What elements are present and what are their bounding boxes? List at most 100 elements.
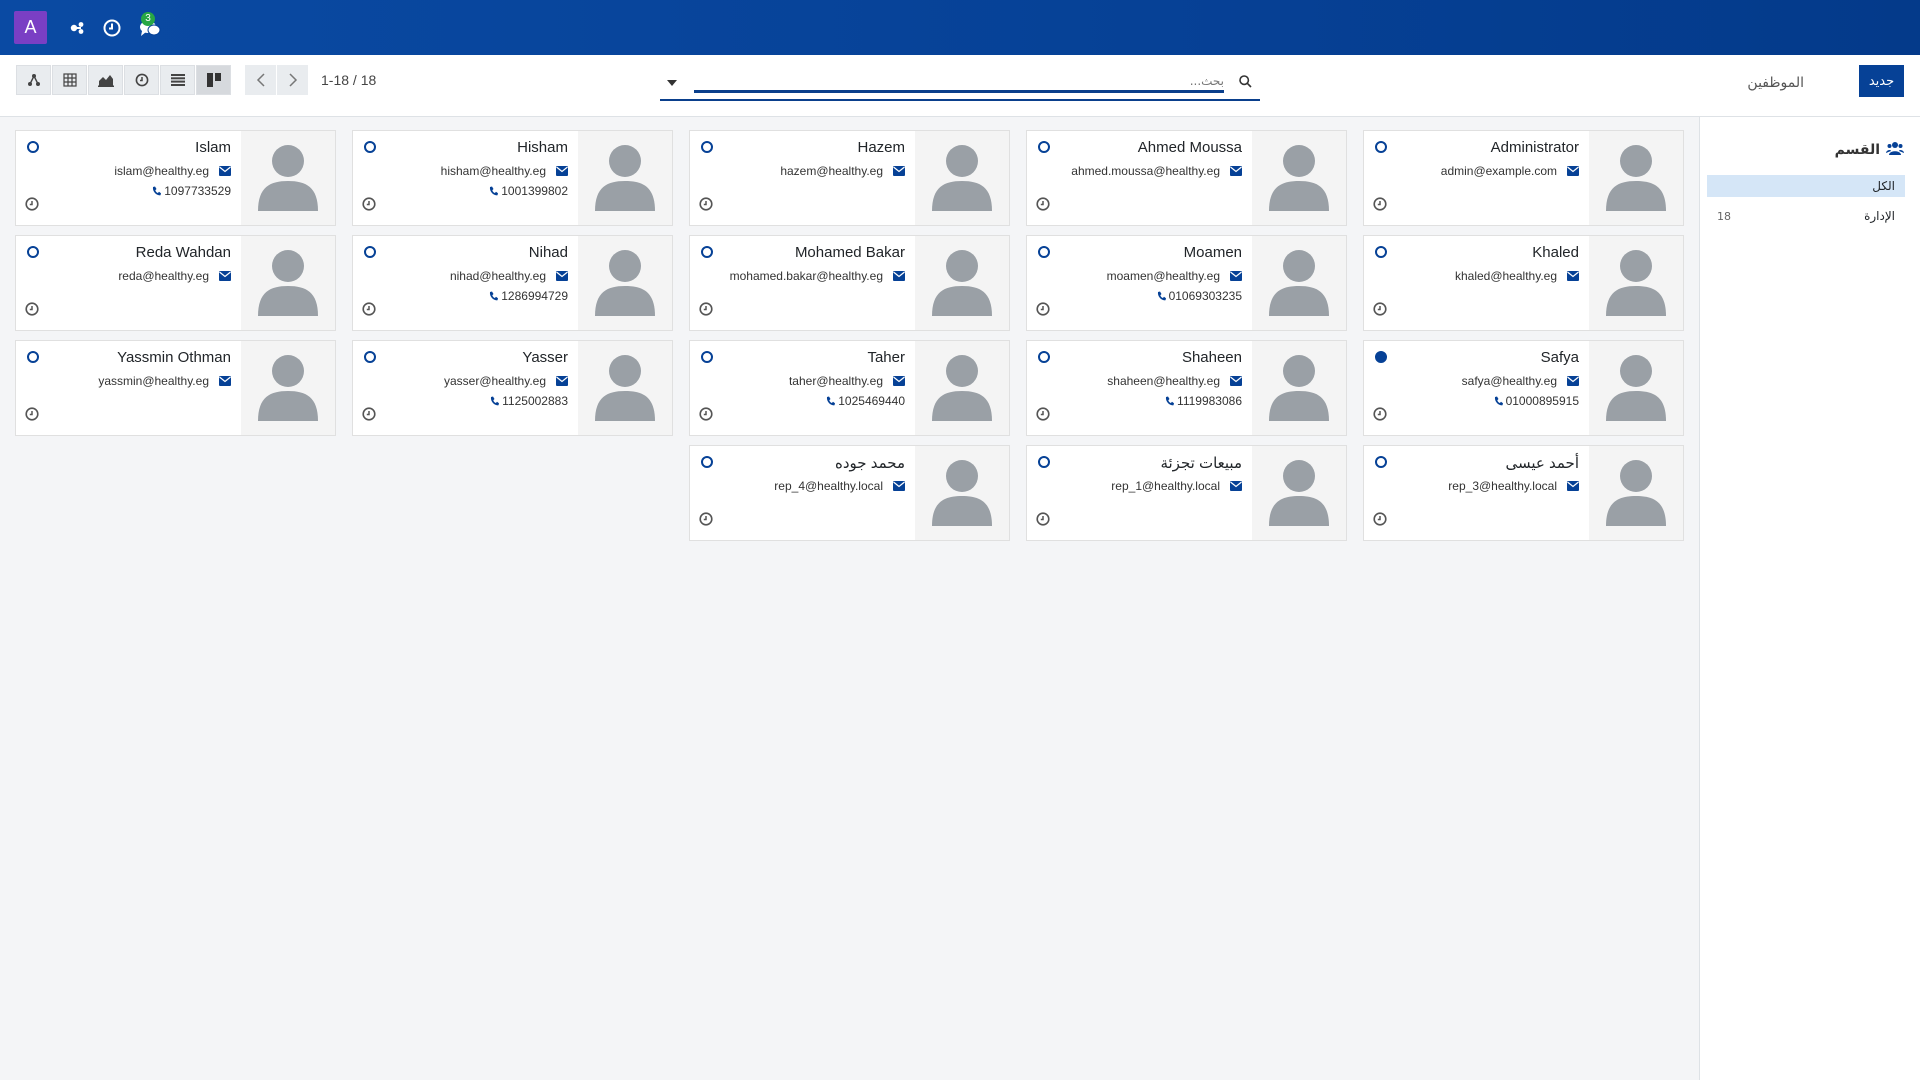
envelope-icon (893, 376, 905, 386)
employee-card[interactable]: Mohamed Bakar mohamed.bakar@healthy.eg (689, 235, 1010, 331)
pager-next-button[interactable] (277, 65, 308, 95)
employee-email: safya@healthy.eg (1462, 374, 1579, 388)
employee-card[interactable]: Hisham hisham@healthy.eg 1001399802 (352, 130, 673, 226)
activity-clock-icon[interactable] (25, 197, 39, 211)
debug-icon[interactable] (69, 21, 85, 35)
search-bar (660, 69, 1260, 101)
presence-status-icon (701, 456, 713, 468)
employee-email-text: taher@healthy.eg (788, 374, 883, 388)
activity-clock-icon[interactable] (25, 302, 39, 316)
department-label: الإدارة (1864, 209, 1895, 223)
activity-clock-icon[interactable] (362, 407, 376, 421)
kanban-view: Administrator admin@example.com Ahmed Mous… (15, 130, 1685, 560)
pager-value[interactable]: 1-18 / 18 (321, 72, 376, 88)
envelope-icon (1230, 166, 1242, 176)
phone-icon (489, 186, 499, 196)
employee-card[interactable]: Safya safya@healthy.eg 01000895915 (1363, 340, 1684, 436)
employee-card[interactable]: Moamen moamen@healthy.eg 01069303235 (1026, 235, 1347, 331)
envelope-icon (556, 166, 568, 176)
employee-card[interactable]: Hazem hazem@healthy.eg (689, 130, 1010, 226)
new-button[interactable]: جديد (1859, 65, 1904, 97)
list-view-button[interactable] (160, 65, 195, 95)
presence-status-icon (27, 246, 39, 258)
employee-card[interactable]: مبيعات تجزئة rep_1@healthy.local (1026, 445, 1347, 541)
presence-status-icon (364, 246, 376, 258)
activity-clock-icon[interactable] (103, 19, 121, 37)
envelope-icon (219, 166, 231, 176)
employee-card[interactable]: Ahmed Moussa ahmed.moussa@healthy.eg (1026, 130, 1347, 226)
graph-view-button[interactable] (88, 65, 123, 95)
employee-phone: 01000895915 (1494, 394, 1579, 408)
presence-status-icon (27, 351, 39, 363)
envelope-icon (1230, 271, 1242, 281)
employee-card[interactable]: Nihad nihad@healthy.eg 1286994729 (352, 235, 673, 331)
messages-icon[interactable]: 3 (139, 11, 161, 37)
activity-clock-icon[interactable] (1036, 302, 1050, 316)
employee-name: Nihad (528, 244, 568, 261)
employee-email-text: nihad@healthy.eg (449, 269, 546, 283)
envelope-icon (1567, 481, 1579, 491)
employee-email: rep_1@healthy.local (1111, 479, 1242, 493)
phone-icon (489, 291, 499, 301)
presence-status-icon (1038, 141, 1050, 153)
control-panel: 1-18 / 18 الموظفين جديد (0, 55, 1920, 117)
employee-phone: 1119983086 (1165, 394, 1242, 408)
pager-previous-button[interactable] (245, 65, 276, 95)
activity-clock-icon[interactable] (1373, 197, 1387, 211)
employee-avatar (578, 131, 672, 225)
activity-clock-icon[interactable] (1036, 512, 1050, 526)
employee-name: Ahmed Moussa (1137, 139, 1242, 156)
pager: 1-18 / 18 (245, 65, 376, 95)
search-icon[interactable] (1239, 75, 1252, 91)
employee-avatar (578, 236, 672, 330)
activity-clock-icon[interactable] (1036, 197, 1050, 211)
activity-clock-icon[interactable] (362, 302, 376, 316)
activity-view-button[interactable] (124, 65, 159, 95)
activity-clock-icon[interactable] (362, 197, 376, 211)
view-switcher (16, 65, 232, 95)
department-filter-header: القسم (1835, 141, 1904, 159)
hierarchy-view-button[interactable] (16, 65, 51, 95)
employee-email-text: moamen@healthy.eg (1106, 269, 1220, 283)
activity-clock-icon[interactable] (1373, 512, 1387, 526)
activity-clock-icon[interactable] (699, 302, 713, 316)
department-filter-item[interactable]: 18 الإدارة (1707, 205, 1905, 227)
employee-card[interactable]: Taher taher@healthy.eg 1025469440 (689, 340, 1010, 436)
department-filter-item[interactable]: الكل (1707, 175, 1905, 197)
presence-status-icon (27, 141, 39, 153)
employee-email-text: reda@healthy.eg (118, 269, 209, 283)
department-count: 18 (1717, 209, 1731, 223)
employee-card[interactable]: Yassmin Othman yassmin@healthy.eg (15, 340, 336, 436)
employee-name: Reda Wahdan (135, 244, 231, 261)
employee-card[interactable]: محمد جوده rep_4@healthy.local (689, 445, 1010, 541)
envelope-icon (1567, 271, 1579, 281)
envelope-icon (1230, 481, 1242, 491)
company-avatar[interactable]: A (14, 11, 47, 44)
employee-card[interactable]: Reda Wahdan reda@healthy.eg (15, 235, 336, 331)
employee-avatar (241, 131, 335, 225)
employee-phone-text: 01000895915 (1505, 394, 1579, 408)
employee-card[interactable]: Yasser yasser@healthy.eg 1125002883 (352, 340, 673, 436)
activity-clock-icon[interactable] (699, 407, 713, 421)
activity-clock-icon[interactable] (1373, 302, 1387, 316)
kanban-view-button[interactable] (196, 65, 231, 95)
activity-clock-icon[interactable] (25, 407, 39, 421)
search-panel: القسم الكل 18 الإدارة (1699, 117, 1920, 1080)
envelope-icon (893, 481, 905, 491)
activity-clock-icon[interactable] (699, 512, 713, 526)
employee-card[interactable]: Administrator admin@example.com (1363, 130, 1684, 226)
employee-card[interactable]: Khaled khaled@healthy.eg (1363, 235, 1684, 331)
presence-status-icon (1375, 351, 1387, 363)
employee-email-text: yassmin@healthy.eg (98, 374, 209, 388)
activity-clock-icon[interactable] (699, 197, 713, 211)
pivot-view-button[interactable] (52, 65, 87, 95)
search-input[interactable] (694, 71, 1224, 93)
activity-clock-icon[interactable] (1036, 407, 1050, 421)
employee-card[interactable]: Shaheen shaheen@healthy.eg 1119983086 (1026, 340, 1347, 436)
activity-clock-icon[interactable] (1373, 407, 1387, 421)
employee-card[interactable]: أحمد عيسى rep_3@healthy.local (1363, 445, 1684, 541)
employee-email: admin@example.com (1441, 164, 1579, 178)
employee-phone-text: 1286994729 (501, 289, 568, 303)
employee-card[interactable]: Islam islam@healthy.eg 1097733529 (15, 130, 336, 226)
search-options-dropdown-icon[interactable] (664, 75, 680, 91)
